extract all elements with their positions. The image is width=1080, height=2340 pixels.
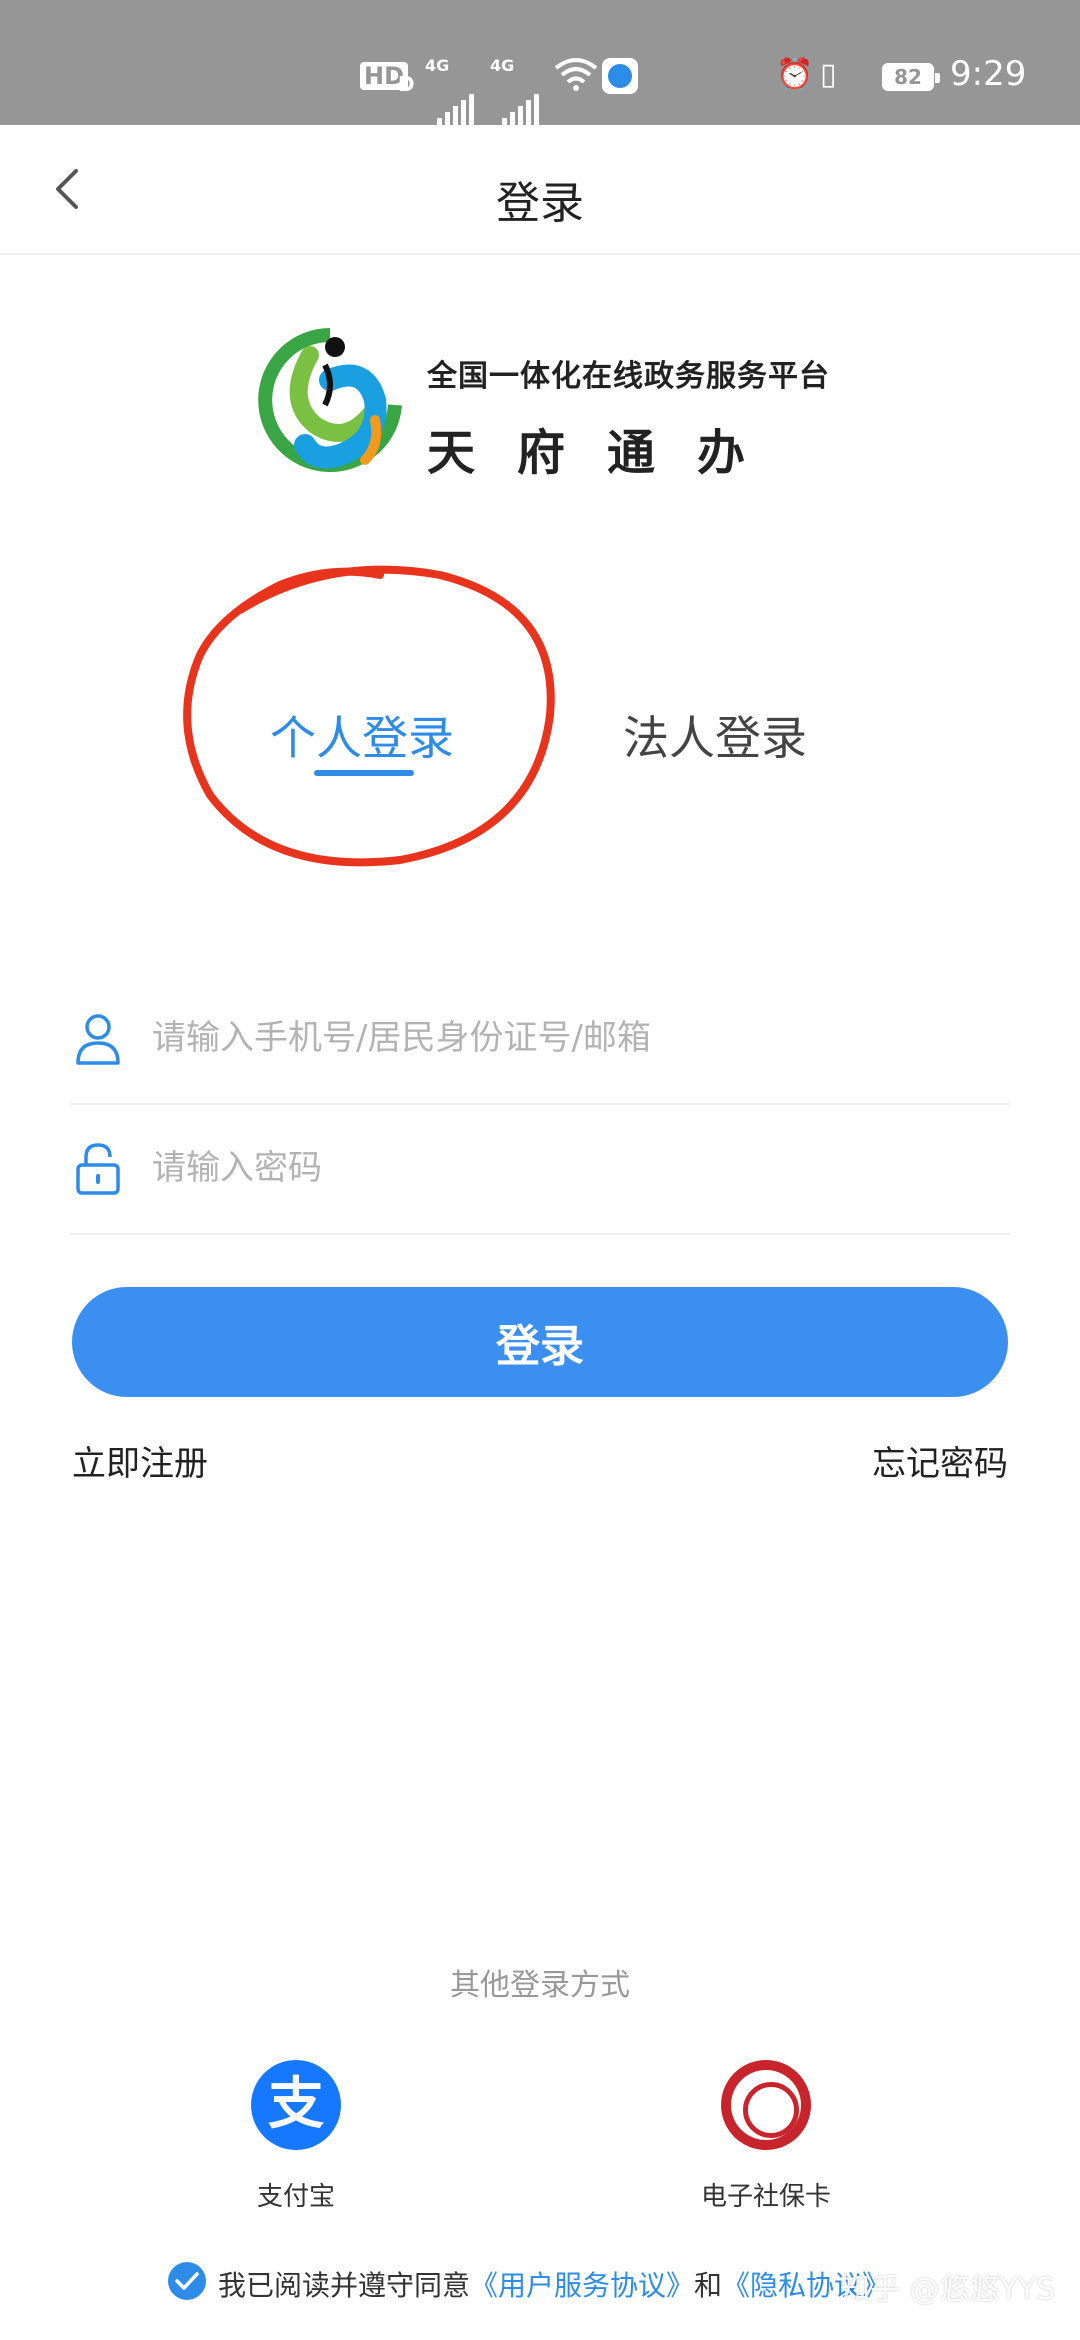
active-tab-indicator: [314, 770, 414, 776]
clock-time: 9:29: [950, 54, 1027, 94]
vibrate-icon: ▯: [820, 57, 837, 92]
agreement-checkbox[interactable]: [168, 2262, 206, 2300]
hd-sub-indicator: D: [398, 72, 415, 96]
login-button[interactable]: 登录: [72, 1287, 1008, 1397]
signal-2-label: 4G: [490, 56, 515, 75]
password-field: [70, 1105, 1010, 1235]
wifi-icon: [554, 58, 598, 91]
register-link[interactable]: 立即注册: [72, 1436, 208, 1485]
lock-icon: [76, 1143, 120, 1195]
status-bar: HD D 4G 4G ⏰ ▯ 82 9:29: [0, 0, 1080, 128]
battery-icon: 82: [882, 63, 940, 91]
password-input[interactable]: [152, 1133, 992, 1203]
alipay-icon: 支: [251, 2060, 341, 2150]
app-logo: 全国一体化在线政务服务平台 天府通办: [255, 325, 829, 481]
watermark: 知乎 @悠悠YYS: [840, 2272, 1056, 2307]
forgot-password-link[interactable]: 忘记密码: [872, 1436, 1008, 1485]
signal-icon: 4G: [490, 56, 546, 128]
page-title: 登录: [496, 178, 584, 229]
logo-subtitle: 全国一体化在线政务服务平台: [427, 359, 830, 394]
user-service-agreement-link[interactable]: 《用户服务协议》: [470, 2264, 694, 2304]
logo-name: 天府通办: [427, 425, 788, 481]
tab-personal-login[interactable]: 个人登录: [270, 702, 454, 768]
signal-icon: 4G: [425, 56, 481, 128]
agreement-prefix: 我已阅读并遵守同意: [218, 2269, 471, 2302]
alarm-icon: ⏰: [776, 57, 814, 92]
login-page: HD D 4G 4G ⏰ ▯ 82 9:29 登录 全国一体化在线政务服务平台 …: [0, 0, 1080, 2340]
alipay-label: 支付宝: [256, 2182, 335, 2212]
social-security-card-login-button[interactable]: 电子社保卡: [666, 2060, 866, 2213]
tab-legal-login[interactable]: 法人登录: [623, 702, 807, 768]
agreement-conjunction: 和: [694, 2269, 723, 2302]
signal-1-label: 4G: [425, 56, 450, 75]
account-input[interactable]: [152, 1003, 992, 1073]
alipay-login-button[interactable]: 支 支付宝: [196, 2060, 396, 2213]
social-security-card-label: 电子社保卡: [700, 2182, 831, 2212]
tianfu-logo-icon: [258, 328, 402, 472]
social-security-card-icon: [721, 2060, 811, 2150]
browser-app-icon: [602, 58, 638, 94]
nav-header: 登录: [0, 125, 1080, 255]
account-field: [70, 975, 1010, 1105]
checkmark-icon: [175, 2272, 199, 2290]
agreement-text: 我已阅读并遵守同意 《用户服务协议》 和 《隐私协议》: [218, 2264, 890, 2304]
other-login-title: 其他登录方式: [450, 1968, 630, 2003]
user-icon: [76, 1014, 120, 1065]
